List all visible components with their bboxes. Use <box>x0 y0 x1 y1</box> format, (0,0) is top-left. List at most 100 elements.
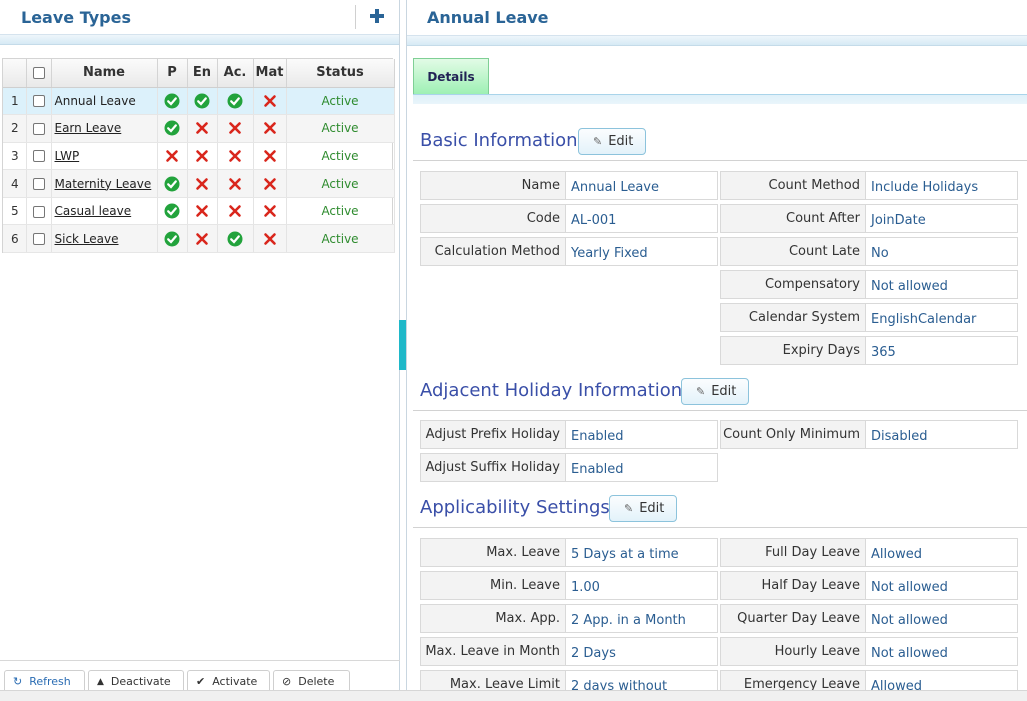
edit-label: Edit <box>639 501 665 516</box>
leave-name-link[interactable]: Sick Leave <box>55 232 119 246</box>
flag-ac-cell <box>217 197 254 226</box>
field-label: Count Late <box>720 237 866 266</box>
field-label: Code <box>420 204 566 233</box>
applicability-edit-button[interactable]: ✎ Edit <box>609 495 678 522</box>
leave-name-cell: Maternity Leave <box>51 169 158 198</box>
check-circle-icon <box>227 93 243 109</box>
refresh-icon: ↻ <box>13 675 23 688</box>
check-circle-icon <box>227 231 243 247</box>
table-row[interactable]: 6 Sick Leave Active <box>3 224 395 254</box>
basic-info-field: Name Annual Leave <box>420 171 718 200</box>
table-row[interactable]: 4 Maternity Leave Active <box>3 169 395 198</box>
check-circle-icon <box>164 93 180 109</box>
col-mat[interactable]: Mat <box>253 59 287 88</box>
flag-ac-cell <box>217 114 254 143</box>
row-checkbox[interactable] <box>32 150 45 163</box>
flag-en-cell <box>187 224 218 254</box>
flag-ac-cell <box>217 169 254 198</box>
field-value: Allowed <box>866 538 1018 567</box>
cross-icon <box>196 177 208 190</box>
edit-label: Edit <box>608 134 634 149</box>
cross-icon <box>196 150 208 162</box>
pencil-icon: ✎ <box>593 135 603 148</box>
row-checkbox[interactable] <box>32 205 45 218</box>
refresh-button[interactable]: ↻ Refresh <box>4 670 85 692</box>
add-leave-type-button[interactable] <box>366 3 388 29</box>
basic-info-field: Expiry Days 365 <box>720 336 1018 365</box>
panel-splitter-handle[interactable] <box>399 320 406 370</box>
applicability-field: Max. Leave in Month 2 Days <box>420 637 718 666</box>
cross-icon <box>229 177 241 190</box>
field-value: EnglishCalendar <box>866 303 1018 332</box>
row-checkbox[interactable] <box>32 233 45 246</box>
field-label: Expiry Days <box>720 336 866 365</box>
leave-name-cell: LWP <box>51 142 158 171</box>
flag-mat-cell <box>253 114 287 143</box>
chevron-up-icon: ▲ <box>97 676 104 687</box>
col-select-all <box>26 59 52 88</box>
cross-icon <box>263 205 276 217</box>
applicability-field: Quarter Day Leave Not allowed <box>720 604 1018 633</box>
table-row[interactable]: 5 Casual leave Active <box>3 197 395 226</box>
leave-name-link[interactable]: LWP <box>55 149 80 163</box>
tab-content-strip <box>413 94 1027 104</box>
row-checkbox[interactable] <box>32 122 45 135</box>
leave-name-link[interactable]: Casual leave <box>55 204 132 218</box>
col-en[interactable]: En <box>187 59 218 88</box>
checkmark-icon: ✔ <box>196 675 206 688</box>
row-select-cell <box>26 197 52 226</box>
status-cell: Active <box>286 87 395 116</box>
leave-name-cell: Earn Leave <box>51 114 158 143</box>
cross-icon <box>196 232 208 245</box>
row-checkbox[interactable] <box>32 95 45 108</box>
col-p[interactable]: P <box>157 59 188 88</box>
basic-info-field: Count Method Include Holidays <box>720 171 1018 200</box>
field-label: Count Method <box>720 171 866 200</box>
cross-icon <box>196 205 208 217</box>
basic-info-field: Calculation Method Yearly Fixed <box>420 237 718 266</box>
leave-name-link[interactable]: Annual Leave <box>55 94 136 108</box>
delete-label: Delete <box>298 675 335 688</box>
col-name[interactable]: Name <box>51 59 158 88</box>
cross-icon <box>263 177 276 190</box>
flag-en-cell <box>187 114 218 143</box>
leave-name-link[interactable]: Maternity Leave <box>55 177 152 191</box>
left-toolbar-strip <box>0 35 399 45</box>
col-ac[interactable]: Ac. <box>217 59 254 88</box>
check-circle-icon <box>164 176 180 192</box>
leave-types-app: Leave Types Name P En Ac. Mat Status 1 A… <box>0 0 1027 701</box>
row-select-cell <box>26 142 52 171</box>
delete-button[interactable]: ⊘ Delete <box>273 670 350 692</box>
flag-ac-cell <box>217 142 254 171</box>
basic-info-title: Basic Information <box>420 130 578 151</box>
row-select-cell <box>26 87 52 116</box>
activate-button[interactable]: ✔ Activate <box>187 670 270 692</box>
table-row[interactable]: 1 Annual Leave Active <box>3 87 395 116</box>
deactivate-button[interactable]: ▲ Deactivate <box>88 670 184 692</box>
col-status[interactable]: Status <box>286 59 395 88</box>
basic-info-field: Count Late No <box>720 237 1018 266</box>
basic-info-divider <box>413 160 1027 161</box>
basic-info-edit-button[interactable]: ✎ Edit <box>578 128 647 155</box>
field-label: Max. Leave <box>420 538 566 567</box>
adjacent-holiday-edit-button[interactable]: ✎ Edit <box>681 378 750 405</box>
flag-en-cell <box>187 197 218 226</box>
field-value: 365 <box>866 336 1018 365</box>
flag-mat-cell <box>253 169 287 198</box>
row-number: 1 <box>3 87 27 116</box>
applicability-field: Half Day Leave Not allowed <box>720 571 1018 600</box>
table-row[interactable]: 2 Earn Leave Active <box>3 114 395 143</box>
status-cell: Active <box>286 224 395 254</box>
applicability-field: Max. App. 2 App. in a Month <box>420 604 718 633</box>
row-checkbox[interactable] <box>32 178 45 191</box>
adjacent-holiday-title: Adjacent Holiday Information <box>420 380 683 401</box>
select-all-checkbox[interactable] <box>32 66 45 79</box>
grid-footer-toolbar: ↻ Refresh ▲ Deactivate ✔ Activate ⊘ Dele… <box>0 660 400 692</box>
tab-details[interactable]: Details <box>413 58 489 94</box>
bottom-scrollbar-area[interactable] <box>0 690 1027 701</box>
field-value: Disabled <box>866 420 1018 449</box>
leave-name-link[interactable]: Earn Leave <box>55 121 122 135</box>
flag-mat-cell <box>253 142 287 171</box>
table-row[interactable]: 3 LWP Active <box>3 142 395 171</box>
row-number: 3 <box>3 142 27 171</box>
